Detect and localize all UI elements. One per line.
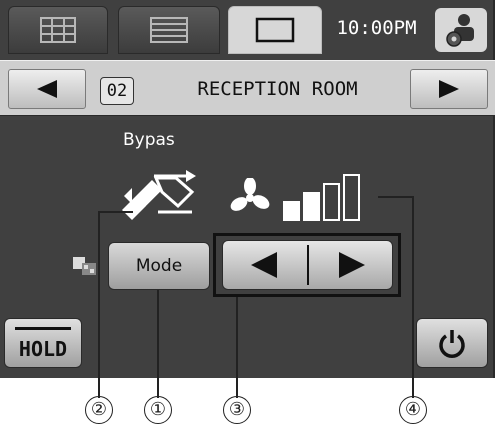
callout-3: ③: [223, 396, 251, 424]
callout-4: ④: [399, 396, 427, 424]
callout-2: ②: [85, 396, 113, 424]
callout-1: ①: [144, 396, 172, 424]
callout-leader-lines: [98, 196, 414, 398]
